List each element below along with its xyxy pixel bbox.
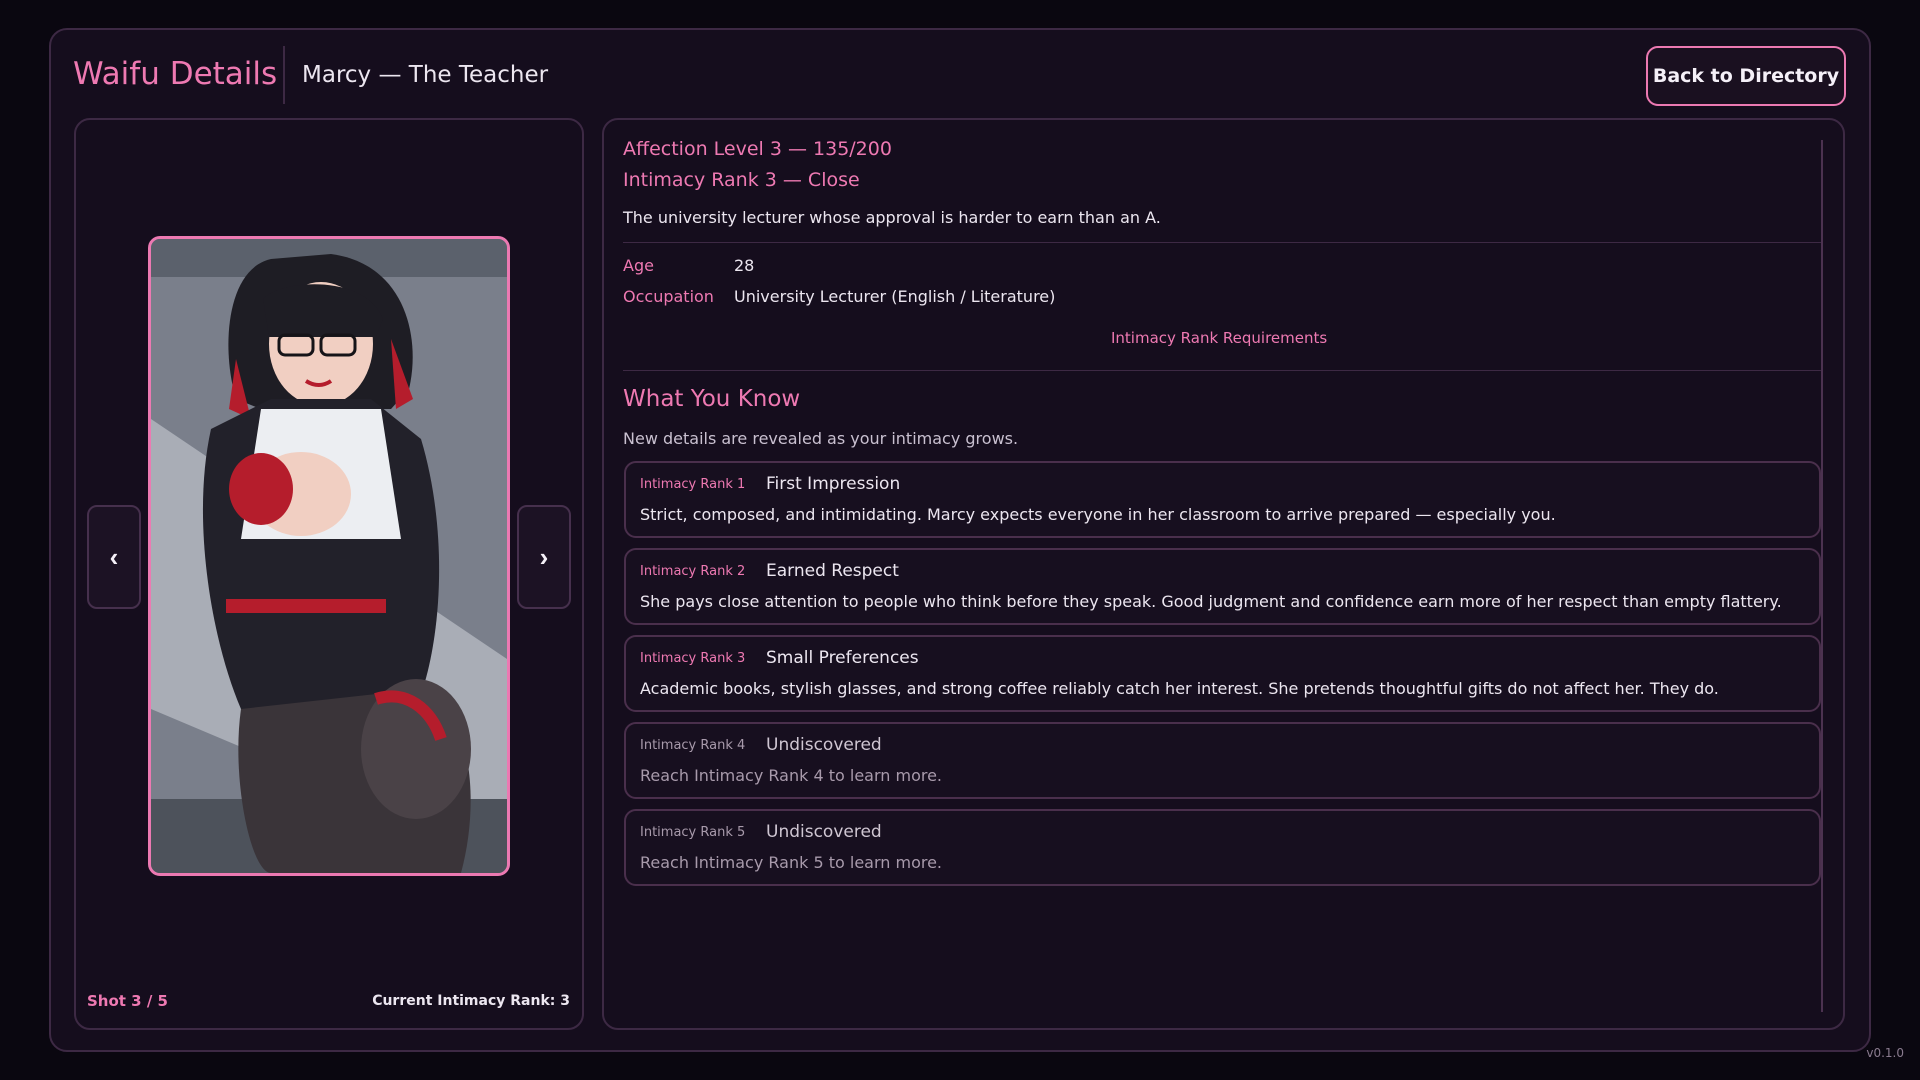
intimacy-rank: Intimacy Rank 3 — Close — [623, 169, 860, 191]
knowledge-card: Intimacy Rank 1 First Impression Strict,… — [624, 461, 1821, 538]
card-title: Undiscovered — [766, 822, 882, 842]
shot-counter: Shot 3 / 5 — [87, 992, 168, 1010]
card-body: Academic books, stylish glasses, and str… — [640, 679, 1719, 698]
card-title: First Impression — [766, 474, 901, 494]
current-rank-label: Current Intimacy Rank: 3 — [372, 993, 570, 1009]
next-shot-button[interactable]: › — [517, 505, 571, 609]
knowledge-card: Intimacy Rank 2 Earned Respect She pays … — [624, 548, 1821, 625]
knowledge-card-locked: Intimacy Rank 4 Undiscovered Reach Intim… — [624, 722, 1821, 799]
character-name: Marcy — The Teacher — [302, 62, 549, 88]
age-label: Age — [623, 256, 654, 275]
occupation-value: University Lecturer (English / Literatur… — [734, 287, 1056, 306]
card-body: Reach Intimacy Rank 5 to learn more. — [640, 853, 943, 872]
title-divider — [283, 46, 285, 104]
card-title: Undiscovered — [766, 735, 882, 755]
age-value: 28 — [734, 256, 755, 275]
version-label: v0.1.0 — [1866, 1046, 1904, 1060]
character-description: The university lecturer whose approval i… — [623, 208, 1161, 227]
card-rank-tag: Intimacy Rank 4 — [640, 738, 746, 753]
occupation-label: Occupation — [623, 287, 714, 306]
divider — [623, 242, 1821, 243]
previous-shot-button[interactable]: ‹ — [87, 505, 141, 609]
affection-level: Affection Level 3 — 135/200 — [623, 138, 892, 160]
card-rank-tag: Intimacy Rank 2 — [640, 564, 746, 579]
page-title: Waifu Details — [73, 56, 278, 92]
section-heading: What You Know — [623, 386, 801, 412]
character-portrait-illustration — [151, 239, 507, 873]
card-body: Reach Intimacy Rank 4 to learn more. — [640, 766, 943, 785]
card-title: Earned Respect — [766, 561, 899, 581]
back-to-directory-button[interactable]: Back to Directory — [1646, 46, 1846, 106]
card-rank-tag: Intimacy Rank 5 — [640, 825, 746, 840]
card-body: She pays close attention to people who t… — [640, 592, 1782, 611]
divider — [623, 370, 1821, 371]
details-scrollbar[interactable] — [1821, 140, 1823, 1012]
section-subheading: New details are revealed as your intimac… — [623, 429, 1019, 448]
card-title: Small Preferences — [766, 648, 919, 668]
card-rank-tag: Intimacy Rank 3 — [640, 651, 746, 666]
card-rank-tag: Intimacy Rank 1 — [640, 477, 746, 492]
knowledge-card-locked: Intimacy Rank 5 Undiscovered Reach Intim… — [624, 809, 1821, 886]
character-portrait — [148, 236, 510, 876]
card-body: Strict, composed, and intimidating. Marc… — [640, 505, 1556, 524]
rank-requirements-link[interactable]: Intimacy Rank Requirements — [1111, 329, 1327, 347]
knowledge-card: Intimacy Rank 3 Small Preferences Academ… — [624, 635, 1821, 712]
